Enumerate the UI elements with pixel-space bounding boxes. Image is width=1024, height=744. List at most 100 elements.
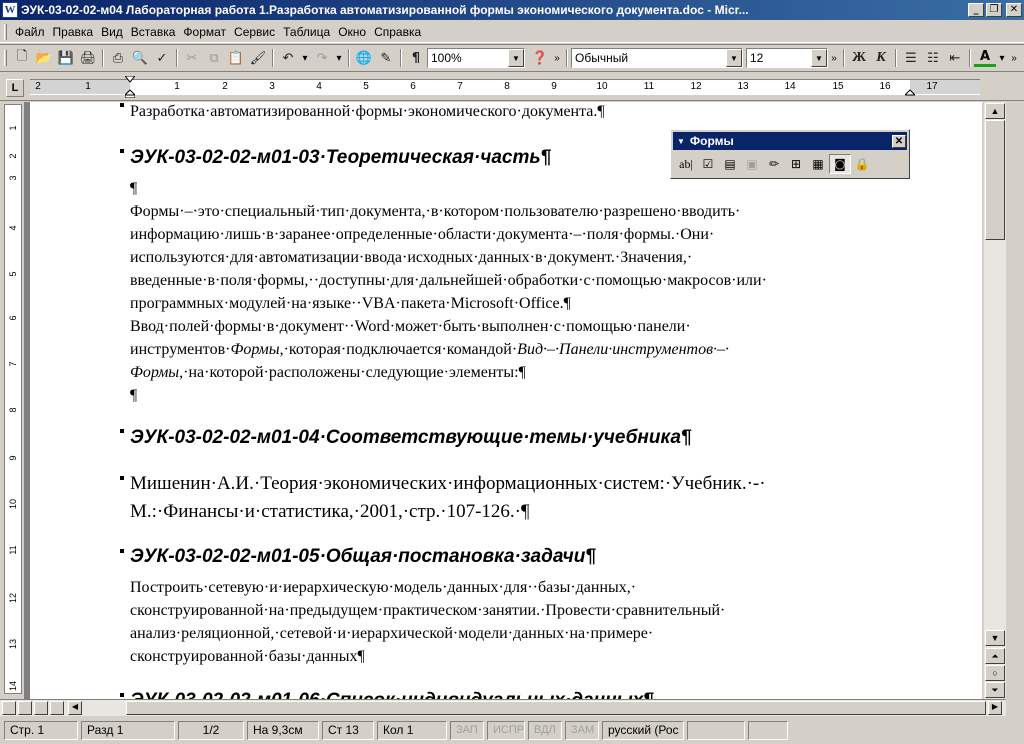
status-track-changes[interactable]: ИСПР bbox=[487, 720, 525, 740]
previous-page-icon[interactable]: ⏶ bbox=[985, 648, 1005, 664]
scroll-left-icon[interactable]: ◀ bbox=[68, 701, 82, 715]
dropdown-field-icon[interactable]: ▤ bbox=[719, 154, 741, 174]
horizontal-ruler[interactable]: 2 1 1 2 3 4 5 6 7 8 9 10 11 12 13 14 15 … bbox=[30, 76, 980, 98]
forms-toolbar[interactable]: ▼ Формы ✕ ab| ☑ ▤ ▣ ✏ ⊞ ▦ ◙ 🔒 bbox=[670, 129, 910, 179]
toolbar-options-icon[interactable]: » bbox=[551, 53, 563, 64]
print-layout-view-icon[interactable] bbox=[34, 701, 48, 715]
print-icon[interactable]: ⎙ bbox=[107, 47, 129, 69]
open-icon[interactable]: 📂 bbox=[33, 47, 55, 69]
insert-frame-icon[interactable]: ▦ bbox=[807, 154, 829, 174]
vertical-scrollbar[interactable]: ▲ ▼ ⏶ ○ ⏷ bbox=[984, 102, 1006, 699]
font-size-select[interactable]: 12 ▼ bbox=[746, 48, 828, 68]
scroll-up-icon[interactable]: ▲ bbox=[985, 103, 1005, 119]
print-preview-icon[interactable]: 🔍 bbox=[129, 47, 151, 69]
close-icon[interactable]: ✕ bbox=[892, 134, 906, 148]
insert-hyperlink-icon[interactable]: 🌐 bbox=[353, 47, 375, 69]
protect-form-icon[interactable]: 🔒 bbox=[851, 154, 873, 174]
zoom-select[interactable]: 100% ▼ bbox=[427, 48, 525, 68]
vertical-ruler[interactable]: 1 2 3 4 5 6 7 8 9 10 11 12 13 14 bbox=[4, 104, 22, 694]
chevron-down-icon[interactable]: ▼ bbox=[726, 49, 742, 67]
numbering-icon[interactable]: ☰ bbox=[900, 47, 922, 69]
restore-icon[interactable]: ❐ bbox=[986, 3, 1002, 17]
menu-edit[interactable]: Правка bbox=[49, 23, 98, 41]
bullets-icon[interactable]: ☷ bbox=[922, 47, 944, 69]
minimize-icon[interactable]: _ bbox=[968, 3, 984, 17]
toolbar-menu-icon[interactable]: ▼ bbox=[677, 137, 685, 146]
horizontal-scrollbar[interactable]: ◀ ▶ bbox=[0, 699, 1006, 716]
scrollbar-thumb[interactable] bbox=[126, 701, 986, 715]
format-painter-icon[interactable]: 🖌 bbox=[247, 47, 269, 69]
chevron-down-icon[interactable]: ▼ bbox=[811, 49, 827, 67]
help-icon[interactable]: ❓ bbox=[529, 47, 551, 69]
web-layout-view-icon[interactable] bbox=[18, 701, 32, 715]
menu-view[interactable]: Вид bbox=[97, 23, 127, 41]
ruler-tick: 16 bbox=[879, 81, 891, 92]
right-indent-marker[interactable] bbox=[905, 76, 915, 98]
toolbar-options-icon[interactable]: » bbox=[828, 53, 840, 64]
menu-window[interactable]: Окно bbox=[334, 23, 370, 41]
first-line-indent-marker[interactable] bbox=[125, 76, 135, 98]
menu-file[interactable]: Файл bbox=[11, 23, 49, 41]
status-extend[interactable]: ВДЛ bbox=[528, 720, 562, 740]
ruler-tick: 14 bbox=[784, 81, 796, 92]
menu-insert[interactable]: Вставка bbox=[127, 23, 180, 41]
insert-table-icon[interactable]: ⊞ bbox=[785, 154, 807, 174]
toolbar-grip-icon[interactable] bbox=[4, 50, 7, 66]
toolbar-options-icon[interactable]: » bbox=[1008, 53, 1020, 64]
tab-selector-icon[interactable]: L bbox=[6, 79, 24, 97]
forms-toolbar-titlebar[interactable]: ▼ Формы ✕ bbox=[673, 132, 907, 150]
ruler-tick: 6 bbox=[410, 81, 416, 92]
undo-dropdown-icon[interactable]: ▾ bbox=[299, 53, 311, 64]
new-document-icon[interactable]: 🗋 bbox=[11, 47, 33, 69]
bold-button[interactable]: Ж bbox=[848, 47, 870, 69]
draw-table-icon[interactable]: ✏ bbox=[763, 154, 785, 174]
redo-icon[interactable]: ↷ bbox=[311, 47, 333, 69]
vruler-tick: 5 bbox=[8, 271, 18, 277]
permission-icon[interactable]: 🖨 bbox=[77, 47, 99, 69]
menu-grip-icon[interactable] bbox=[4, 23, 7, 40]
text-field-icon[interactable]: ab| bbox=[675, 154, 697, 174]
checkbox-field-icon[interactable]: ☑ bbox=[697, 154, 719, 174]
save-icon[interactable]: 💾 bbox=[55, 47, 77, 69]
paste-icon[interactable]: 📋 bbox=[225, 47, 247, 69]
undo-icon[interactable]: ↶ bbox=[277, 47, 299, 69]
document-page[interactable]: Разработка·автоматизированной·формы·экон… bbox=[30, 102, 982, 699]
scroll-right-icon[interactable]: ▶ bbox=[988, 701, 1002, 715]
status-spelling[interactable] bbox=[687, 720, 745, 740]
copy-icon[interactable]: ⧉ bbox=[203, 47, 225, 69]
menu-tools[interactable]: Сервис bbox=[230, 23, 279, 41]
redo-dropdown-icon[interactable]: ▾ bbox=[333, 53, 345, 64]
next-page-icon[interactable]: ⏷ bbox=[985, 682, 1005, 698]
word-app-icon[interactable]: W bbox=[2, 2, 18, 18]
vruler-tick: 9 bbox=[8, 455, 18, 461]
cut-icon[interactable]: ✂ bbox=[181, 47, 203, 69]
style-select[interactable]: Обычный ▼ bbox=[571, 48, 743, 68]
ruler-tick: 9 bbox=[551, 81, 557, 92]
field-options-icon[interactable]: ▣ bbox=[741, 154, 763, 174]
drawing-icon[interactable]: ✎ bbox=[375, 47, 397, 69]
menu-format[interactable]: Формат bbox=[179, 23, 230, 41]
title-bar[interactable]: W ЭУК-03-02-02-м04 Лабораторная работа 1… bbox=[0, 0, 1024, 20]
font-color-dropdown-icon[interactable]: ▾ bbox=[996, 53, 1008, 64]
heading-topics: ЭУК-03-02-02-м01-04·Соответствующие·темы… bbox=[130, 427, 692, 448]
spelling-icon[interactable]: ✓ bbox=[151, 47, 173, 69]
decrease-indent-icon[interactable]: ⇤ bbox=[944, 47, 966, 69]
status-language[interactable]: русский (Рос bbox=[602, 720, 684, 740]
close-icon[interactable]: ✕ bbox=[1006, 3, 1022, 17]
scrollbar-thumb[interactable] bbox=[985, 120, 1005, 240]
status-overtype[interactable]: ЗАМ bbox=[565, 720, 599, 740]
status-record[interactable]: ЗАП bbox=[450, 720, 484, 740]
font-color-icon[interactable]: A bbox=[974, 49, 996, 67]
outline-view-icon[interactable] bbox=[50, 701, 64, 715]
select-browse-object-icon[interactable]: ○ bbox=[985, 665, 1005, 681]
scroll-down-icon[interactable]: ▼ bbox=[985, 630, 1005, 646]
menu-table[interactable]: Таблица bbox=[279, 23, 334, 41]
chevron-down-icon[interactable]: ▼ bbox=[508, 49, 524, 67]
form-field-shading-icon[interactable]: ◙ bbox=[829, 154, 851, 174]
vruler-tick: 3 bbox=[8, 175, 18, 181]
menu-help[interactable]: Справка bbox=[370, 23, 425, 41]
normal-view-icon[interactable] bbox=[2, 701, 16, 715]
italic-button[interactable]: К bbox=[870, 47, 892, 69]
show-formatting-icon[interactable]: ¶ bbox=[405, 47, 427, 69]
ruler-tick: 7 bbox=[457, 81, 463, 92]
